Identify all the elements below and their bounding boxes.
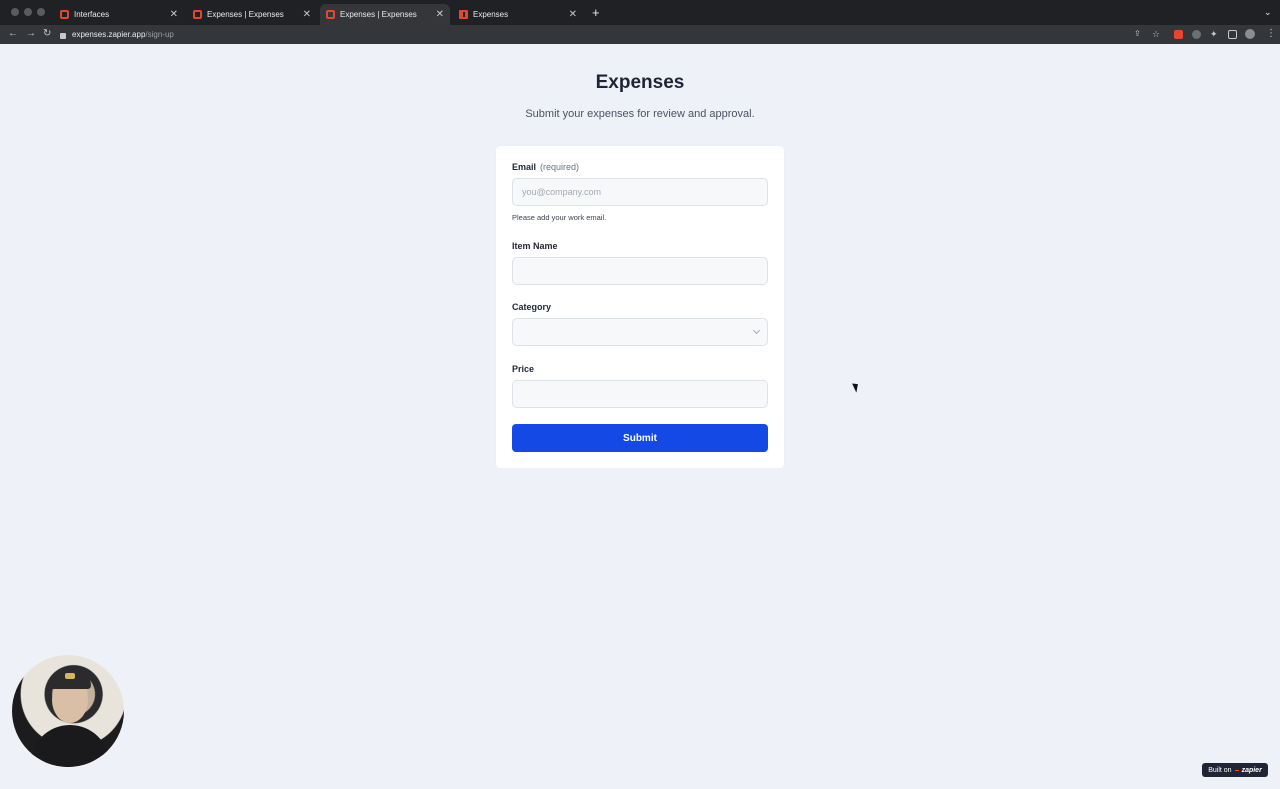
zapier-tables-icon [459,10,468,19]
tab-label: Interfaces [74,10,110,19]
url-path: /sign-up [145,30,174,39]
built-on-zapier-badge[interactable]: Built on zapier [1202,763,1268,777]
extension-2-icon[interactable] [1192,30,1201,39]
presenter-shirt [30,725,110,767]
close-tab-icon[interactable]: ✕ [569,9,577,20]
window-zoom-dot[interactable] [37,8,45,16]
page-subtitle: Submit your expenses for review and appr… [525,108,755,120]
new-tab-icon[interactable]: + [592,6,600,20]
zapier-interfaces-icon [326,10,335,19]
extensions-puzzle-icon[interactable]: ✦ [1210,28,1218,40]
email-hint: Please add your work email. [512,213,607,222]
zapier-interfaces-icon [60,10,69,19]
browser-toolbar: ← → ↻ expenses.zapier.app /sign-up ⇪ ☆ ✦… [0,25,1280,44]
browser-tab-1[interactable]: Interfaces ✕ [54,4,184,25]
zapier-brand: zapier [1241,766,1262,774]
price-label: Price [512,364,535,374]
browser-tab-2[interactable]: Expenses | Expenses ✕ [187,4,317,25]
item-name-field[interactable] [522,266,758,276]
cap-badge [65,673,75,679]
submit-button[interactable]: Submit [512,424,768,452]
mouse-cursor-icon [852,381,861,393]
lock-icon [60,32,66,39]
required-marker: (required) [540,162,580,172]
browser-menu-icon[interactable]: ⋮ [1266,28,1276,40]
zapier-interfaces-icon [193,10,202,19]
tab-label: Expenses [473,10,509,19]
forward-icon[interactable]: → [26,28,36,40]
category-select[interactable] [512,318,768,346]
page-title: Expenses [595,72,685,93]
close-tab-icon[interactable]: ✕ [436,9,444,20]
bookmark-star-icon[interactable]: ☆ [1152,28,1160,40]
tab-label: Expenses | Expenses [340,10,417,19]
chevron-down-icon [752,326,761,335]
browser-tab-4[interactable]: Expenses ✕ [453,4,583,25]
category-label: Category [512,302,552,312]
browser-tab-3-active[interactable]: Expenses | Expenses ✕ [320,4,450,25]
price-field-wrapper [512,380,768,408]
item-name-label: Item Name [512,241,558,251]
tab-strip: Interfaces ✕ Expenses | Expenses ✕ Expen… [0,0,1280,25]
close-tab-icon[interactable]: ✕ [170,9,178,20]
browser-chrome: Interfaces ✕ Expenses | Expenses ✕ Expen… [0,0,1280,44]
profile-avatar[interactable] [1245,29,1255,39]
zapier-logo-dash-icon [1234,769,1239,771]
email-label-text: Email [512,162,537,172]
reload-icon[interactable]: ↻ [43,28,51,40]
window-close-dot[interactable] [11,8,19,16]
url-host: expenses.zapier.app [72,30,146,39]
back-icon[interactable]: ← [8,28,18,40]
tab-search-chevron-icon[interactable]: ⌄ [1264,7,1272,18]
close-tab-icon[interactable]: ✕ [303,9,311,20]
email-label: Email (required) [512,162,579,172]
extension-1-icon[interactable] [1174,30,1183,39]
item-name-field-wrapper [512,257,768,285]
webcam-overlay [12,655,124,767]
window-minimize-dot[interactable] [24,8,32,16]
built-on-text: Built on [1208,766,1232,774]
side-panel-icon[interactable] [1228,30,1237,39]
price-field[interactable] [522,389,758,399]
presenter-cap [49,669,91,689]
email-field[interactable] [522,187,758,197]
address-bar[interactable]: expenses.zapier.app /sign-up [60,27,1170,42]
tab-label: Expenses | Expenses [207,10,284,19]
share-icon[interactable]: ⇪ [1134,28,1141,40]
email-field-wrapper [512,178,768,206]
expense-form: Email(required) Please add your work ema… [496,146,784,468]
